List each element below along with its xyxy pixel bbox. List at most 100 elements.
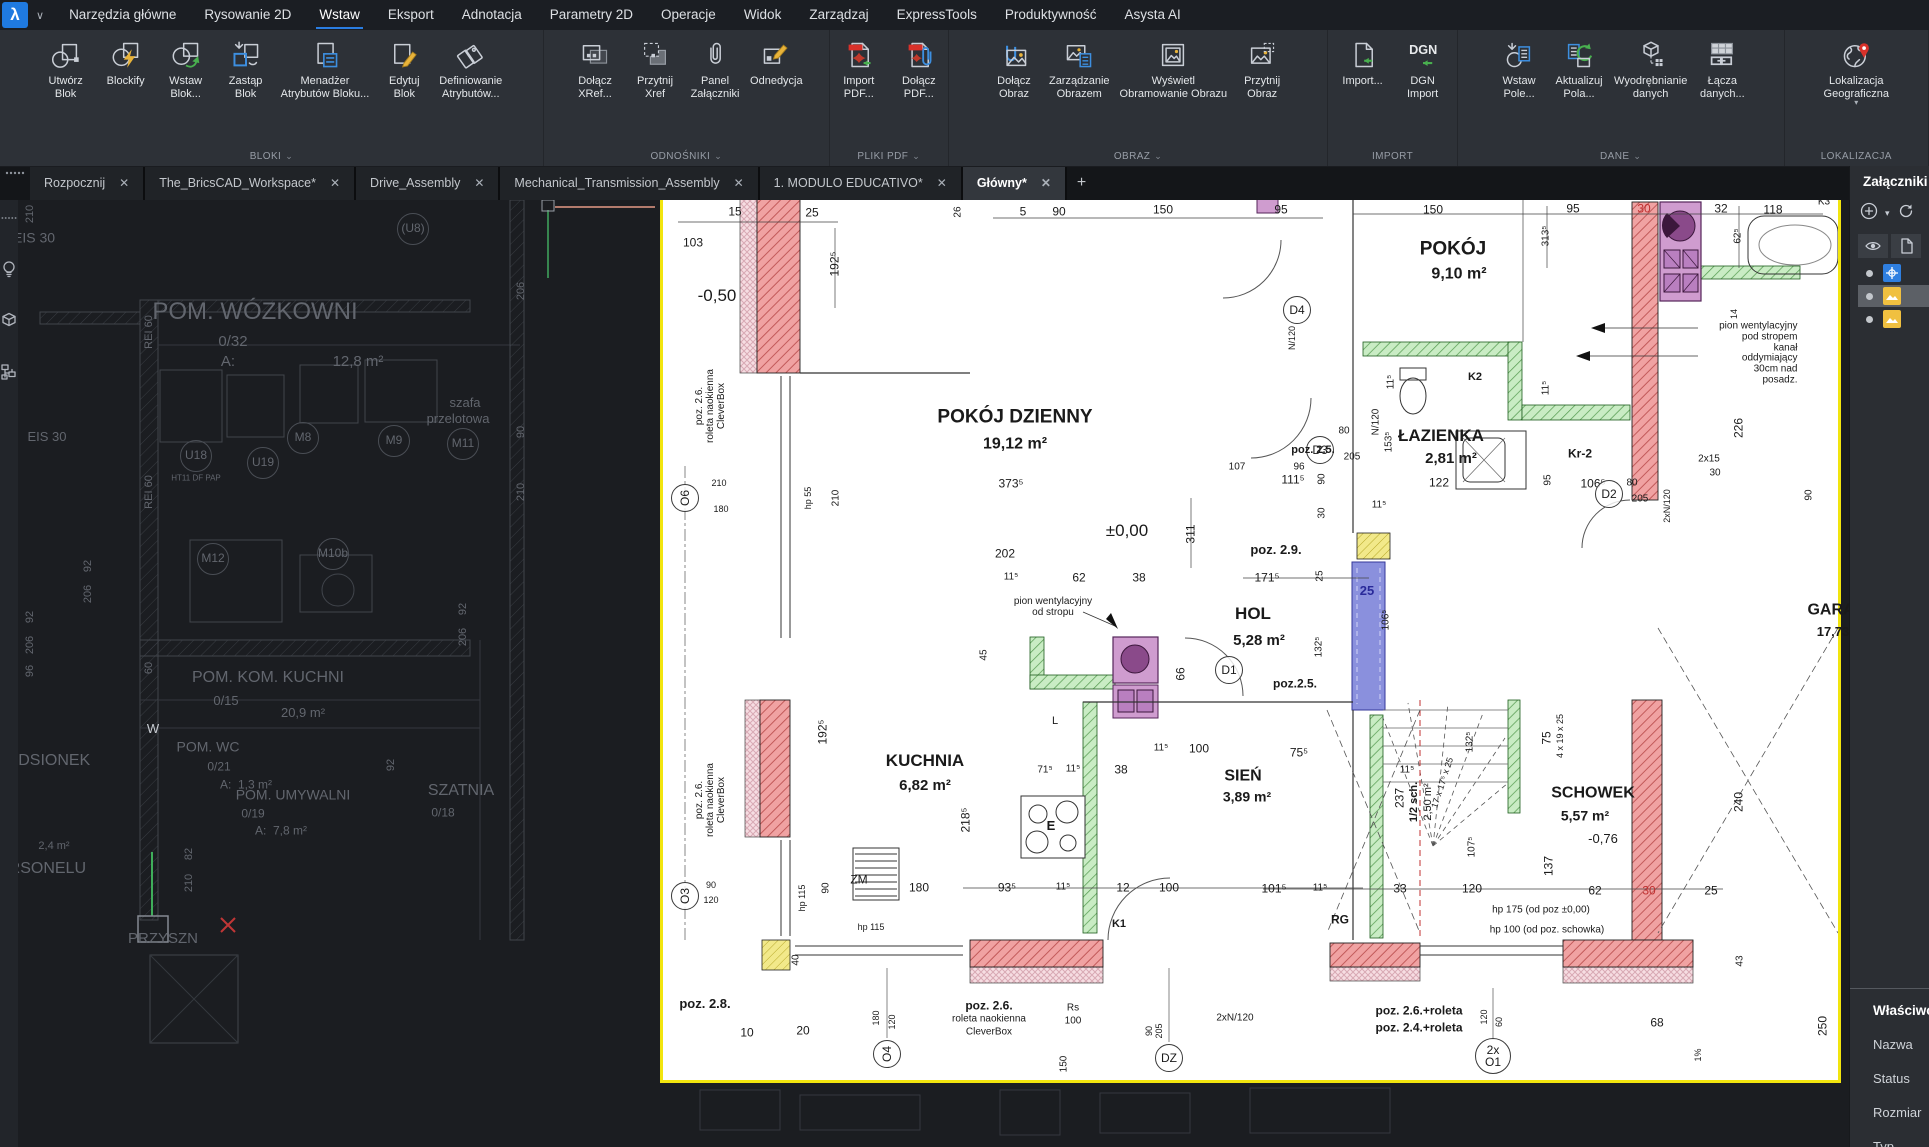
chevron-down-icon[interactable]: ⌄	[714, 151, 722, 162]
menu-tab-expresstools[interactable]: ExpressTools	[884, 0, 990, 30]
tab-overflow-icon[interactable]	[0, 166, 30, 200]
ribbon-button-dołącz[interactable]: Dołącz XRef...	[565, 32, 625, 146]
close-icon[interactable]: ✕	[937, 176, 947, 190]
menu-tab-rysowanie-2d[interactable]: Rysowanie 2D	[191, 0, 304, 30]
dwg-file-icon[interactable]	[1883, 264, 1901, 282]
drawing-area[interactable]: POM. WÓZKOWNI 0/32 A: 12,8 m² szafa przelotow…	[0, 200, 1929, 1147]
menu-tab-widok[interactable]: Widok	[731, 0, 795, 30]
ribbon-button-wyodrębnianie[interactable]: Wyodrębnianie danych	[1609, 32, 1692, 146]
chevron-down-icon[interactable]: ⌄	[1633, 151, 1641, 162]
document-tab-label: 1. MODULO EDUCATIVO*	[773, 176, 923, 190]
chevron-down-icon[interactable]: ⌄	[1154, 151, 1162, 162]
plan-annotation: 30	[1709, 467, 1721, 479]
cad-text-label: 82	[182, 847, 195, 861]
ribbon-button-definiowanie[interactable]: Definiowanie Atrybutów...	[434, 32, 507, 146]
ribbon-group-label-text: DANE	[1600, 150, 1630, 162]
ribbon-button-blockify[interactable]: Blockify	[96, 32, 156, 146]
plan-annotation: 25	[1359, 582, 1375, 598]
menu-tab-parametry-2d[interactable]: Parametry 2D	[537, 0, 646, 30]
ribbon-button-wstaw[interactable]: Wstaw Pole...	[1489, 32, 1549, 146]
plan-annotation: 132⁵	[1313, 636, 1325, 658]
chevron-down-icon[interactable]: ⌄	[912, 151, 920, 162]
ribbon: Utwórz Blok Blockify Wstaw Blok... Zastąp B…	[0, 30, 1929, 167]
attached-floorplan-image[interactable]: 15 25 103 -0,50 192⁵ 26 5 90 150 95 150 95 30 32 118 K3…	[660, 200, 1855, 1083]
attachment-row[interactable]	[1858, 308, 1929, 330]
ribbon-button-label: Dołącz Obraz	[997, 75, 1031, 100]
ribbon-button-wyświetl[interactable]: Wyświetl Obramowanie Obrazu	[1115, 32, 1233, 146]
ribbon-group-label[interactable]: ODNOŚNIKI ⌄	[544, 146, 829, 166]
ribbon-button-dgn[interactable]: DGN DGN Import	[1393, 32, 1453, 146]
ribbon-button-przytnij[interactable]: Przytnij Xref	[625, 32, 685, 146]
chevron-down-icon[interactable]: ⌄	[285, 151, 293, 162]
document-tab-the-bricscad-workspace-[interactable]: The_BricsCAD_Workspace* ✕	[145, 166, 357, 200]
ribbon-button-zastąp[interactable]: Zastąp Blok	[216, 32, 276, 146]
ribbon-button-lokalizacja[interactable]: Lokalizacja Geograficzna ▾	[1819, 32, 1894, 146]
attachment-row[interactable]	[1858, 262, 1929, 284]
plan-annotation: 2x15	[1698, 453, 1720, 465]
document-tab-drive-assembly[interactable]: Drive_Assembly ✕	[356, 166, 501, 200]
image-file-icon[interactable]	[1883, 287, 1901, 305]
ribbon-button-przytnij[interactable]: Przytnij Obraz	[1232, 32, 1292, 146]
menu-tab-operacje[interactable]: Operacje	[648, 0, 729, 30]
ribbon-group-label[interactable]: OBRAZ ⌄	[949, 146, 1328, 166]
close-icon[interactable]: ✕	[474, 176, 484, 190]
menu-tab-adnotacja[interactable]: Adnotacja	[449, 0, 535, 30]
menu-tab-wstaw[interactable]: Wstaw	[306, 0, 373, 30]
document-tab-g-wny-[interactable]: Główny* ✕	[962, 166, 1067, 200]
close-icon[interactable]: ✕	[734, 176, 744, 190]
ribbon-button-panel[interactable]: Panel Załączniki	[685, 32, 745, 146]
new-tab-button[interactable]: +	[1067, 166, 1096, 200]
cad-text-label: M12	[197, 543, 229, 575]
structure-icon[interactable]	[1, 364, 17, 382]
plan-annotation: 111⁵	[1281, 472, 1305, 487]
plan-annotation: 311	[1183, 524, 1198, 544]
eye-icon[interactable]	[1858, 234, 1888, 258]
plan-annotation: HOL	[1235, 603, 1271, 623]
ribbon-button-dołącz[interactable]: Dołącz Obraz	[984, 32, 1044, 146]
image-file-icon[interactable]	[1883, 310, 1901, 328]
plan-annotation: poz. 2.9.	[1250, 541, 1302, 557]
plan-annotation: 100	[1188, 741, 1210, 756]
ribbon-button-wstaw[interactable]: Wstaw Blok...	[156, 32, 216, 146]
file-icon[interactable]	[1891, 234, 1921, 258]
ribbon-button-menadżer[interactable]: Menadżer Atrybutów Bloku...	[276, 32, 375, 146]
ribbon-button-import[interactable]: Import PDF...	[829, 32, 889, 146]
ribbon-button-edytuj[interactable]: Edytuj Blok	[374, 32, 434, 146]
menu-tab-narz-dzia-g-wne[interactable]: Narzędzia główne	[56, 0, 189, 30]
attachments-list	[1858, 234, 1929, 331]
plus-icon[interactable]	[1860, 202, 1878, 225]
document-tab-1-modulo-educativo-[interactable]: 1. MODULO EDUCATIVO* ✕	[759, 166, 963, 200]
document-tab-rozpocznij[interactable]: Rozpocznij ✕	[30, 166, 146, 200]
refresh-icon[interactable]	[1897, 202, 1915, 225]
menu-tab-zarz-dzaj[interactable]: Zarządzaj	[796, 0, 881, 30]
menu-bar: λ ∨ Narzędzia główne Rysowanie 2D Wstaw Ekspo…	[0, 0, 1929, 30]
ribbon-button-dołącz[interactable]: Dołącz PDF...	[889, 32, 949, 146]
ribbon-button-łącza[interactable]: Łącza danych...	[1692, 32, 1752, 146]
ribbon-button-label: Łącza danych...	[1699, 75, 1745, 100]
bulb-icon[interactable]	[1, 260, 17, 278]
ribbon-group-label[interactable]: PLIKI PDF ⌄	[830, 146, 948, 166]
ribbon-group-label[interactable]: BLOKI ⌄	[0, 146, 543, 166]
menu-tab-asysta-ai[interactable]: Asysta AI	[1111, 0, 1193, 30]
ribbon-group-label[interactable]: DANE ⌄	[1458, 146, 1784, 166]
caret-down-icon[interactable]: ▾	[1885, 208, 1890, 219]
cad-text-label: 210	[23, 204, 36, 224]
app-logo-icon[interactable]: λ	[2, 2, 28, 28]
document-tab-mechanical-transmission-assembly[interactable]: Mechanical_Transmission_Assembly ✕	[500, 166, 760, 200]
close-icon[interactable]: ✕	[119, 176, 129, 190]
attachment-row[interactable]	[1858, 285, 1929, 307]
close-icon[interactable]: ✕	[1041, 176, 1051, 190]
ribbon-button-utwórz[interactable]: Utwórz Blok	[36, 32, 96, 146]
menu-tab-produktywno-[interactable]: Produktywność	[992, 0, 1110, 30]
menu-tab-eksport[interactable]: Eksport	[375, 0, 447, 30]
ribbon-button-zarządzanie[interactable]: Zarządzanie Obrazem	[1044, 32, 1115, 146]
cube-icon[interactable]	[1, 312, 17, 330]
chevron-down-icon[interactable]: ∨	[36, 9, 44, 22]
ribbon-group-bloki: Utwórz Blok Blockify Wstaw Blok... Zastąp B…	[0, 30, 544, 166]
ribbon-button-odnedycja[interactable]: Odnedycja	[745, 32, 808, 146]
plan-annotation: 25	[1704, 883, 1718, 898]
cad-text-label: 0/19	[241, 806, 265, 821]
close-icon[interactable]: ✕	[330, 176, 340, 190]
ribbon-button-aktualizuj[interactable]: Aktualizuj Pola...	[1549, 32, 1609, 146]
ribbon-button-import-[interactable]: Import...	[1333, 32, 1393, 146]
